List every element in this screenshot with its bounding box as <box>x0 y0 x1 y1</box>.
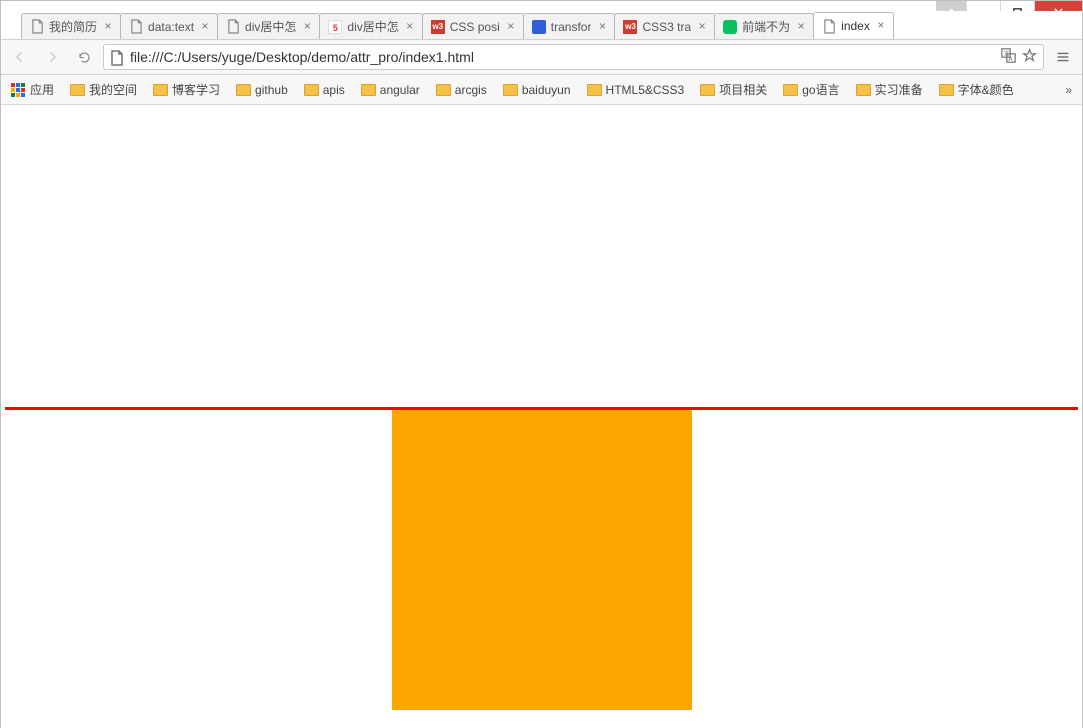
folder-icon <box>70 84 85 96</box>
close-icon[interactable]: × <box>199 21 211 33</box>
page-icon <box>30 20 44 34</box>
tab-title: transfor <box>551 20 592 34</box>
svg-text:A: A <box>1009 57 1013 63</box>
wechat-icon <box>723 20 737 34</box>
close-icon[interactable]: × <box>505 21 517 33</box>
bookmark-label: 实习准备 <box>875 81 923 98</box>
tab-title: div居中怎 <box>347 18 398 35</box>
bookmark-folder[interactable]: baiduyun <box>499 79 575 100</box>
folder-icon <box>587 84 602 96</box>
bookmark-folder[interactable]: arcgis <box>432 79 491 100</box>
page-icon <box>110 50 124 64</box>
bookmark-folder[interactable]: go语言 <box>779 79 843 100</box>
folder-icon <box>783 84 798 96</box>
browser-tab[interactable]: index × <box>813 12 894 39</box>
browser-tab[interactable]: w3 CSS3 tra × <box>614 13 715 39</box>
orange-box <box>392 410 692 710</box>
bookmarks-bar: 应用 我的空间 博客学习 github apis angular arcgis baiduy… <box>1 75 1082 105</box>
apps-label: 应用 <box>30 81 54 98</box>
s5-icon: 5 <box>328 20 342 34</box>
address-actions: 文A <box>1001 48 1037 66</box>
browser-tab[interactable]: div居中怎 × <box>217 13 320 39</box>
tab-title: 前端不为 <box>742 18 790 35</box>
bookmark-folder[interactable]: 项目相关 <box>696 79 771 100</box>
page-icon <box>129 20 143 34</box>
page-icon <box>226 20 240 34</box>
bookmark-label: go语言 <box>802 81 839 98</box>
bookmark-folder[interactable]: angular <box>357 79 424 100</box>
browser-toolbar: file:///C:/Users/yuge/Desktop/demo/attr_… <box>1 39 1082 75</box>
close-icon[interactable]: × <box>404 21 416 33</box>
address-bar[interactable]: file:///C:/Users/yuge/Desktop/demo/attr_… <box>103 44 1044 70</box>
folder-icon <box>436 84 451 96</box>
reload-button[interactable] <box>71 44 97 70</box>
forward-button[interactable] <box>39 44 65 70</box>
folder-icon <box>503 84 518 96</box>
menu-button[interactable] <box>1050 44 1076 70</box>
browser-tab[interactable]: w3 CSS posi × <box>422 13 524 39</box>
folder-icon <box>153 84 168 96</box>
bookmark-label: 字体&颜色 <box>958 81 1014 98</box>
browser-tab[interactable]: 我的简历 × <box>21 13 121 39</box>
w3-icon: w3 <box>623 20 637 34</box>
close-icon[interactable]: × <box>596 21 608 33</box>
page-viewport <box>1 105 1082 728</box>
bookmark-folder[interactable]: 博客学习 <box>149 79 224 100</box>
back-button[interactable] <box>7 44 33 70</box>
folder-icon <box>361 84 376 96</box>
window-titlebar <box>1 1 1082 11</box>
apps-button[interactable]: 应用 <box>7 79 58 100</box>
tab-title: CSS posi <box>450 20 500 34</box>
bookmark-folder[interactable]: apis <box>300 79 349 100</box>
bookmark-label: apis <box>323 83 345 97</box>
bookmark-folder[interactable]: HTML5&CSS3 <box>583 79 689 100</box>
close-icon[interactable]: × <box>301 21 313 33</box>
folder-icon <box>236 84 251 96</box>
browser-tab[interactable]: data:text × <box>120 13 218 39</box>
bookmark-folder[interactable]: github <box>232 79 292 100</box>
bookmark-folder[interactable]: 字体&颜色 <box>935 79 1018 100</box>
bookmark-folder[interactable]: 实习准备 <box>852 79 927 100</box>
close-icon[interactable]: × <box>875 20 887 32</box>
star-icon[interactable] <box>1022 48 1037 66</box>
bookmark-label: HTML5&CSS3 <box>606 83 685 97</box>
tab-strip: 我的简历 × data:text × div居中怎 × 5 div居中怎 × w3 CSS posi… <box>1 11 1082 39</box>
w3-icon: w3 <box>431 20 445 34</box>
tab-title: index <box>841 19 870 33</box>
tab-title: data:text <box>148 20 194 34</box>
close-icon[interactable]: × <box>102 21 114 33</box>
tab-title: 我的简历 <box>49 18 97 35</box>
translate-icon[interactable]: 文A <box>1001 48 1016 66</box>
bookmark-label: arcgis <box>455 83 487 97</box>
bookmark-label: 博客学习 <box>172 81 220 98</box>
bookmark-label: 项目相关 <box>719 81 767 98</box>
apps-icon <box>11 83 25 97</box>
folder-icon <box>304 84 319 96</box>
bookmarks-overflow[interactable]: » <box>1061 83 1076 97</box>
bookmark-label: github <box>255 83 288 97</box>
folder-icon <box>939 84 954 96</box>
tab-title: CSS3 tra <box>642 20 691 34</box>
page-icon <box>822 19 836 33</box>
url-text: file:///C:/Users/yuge/Desktop/demo/attr_… <box>130 49 474 65</box>
browser-tab[interactable]: 前端不为 × <box>714 13 814 39</box>
bookmark-label: 我的空间 <box>89 81 137 98</box>
baidu-icon <box>532 20 546 34</box>
tab-title: div居中怎 <box>245 18 296 35</box>
bookmark-folder[interactable]: 我的空间 <box>66 79 141 100</box>
browser-tab[interactable]: 5 div居中怎 × <box>319 13 422 39</box>
folder-icon <box>700 84 715 96</box>
close-icon[interactable]: × <box>696 21 708 33</box>
bookmark-label: angular <box>380 83 420 97</box>
bookmark-label: baiduyun <box>522 83 571 97</box>
folder-icon <box>856 84 871 96</box>
browser-tab[interactable]: transfor × <box>523 13 616 39</box>
close-icon[interactable]: × <box>795 21 807 33</box>
